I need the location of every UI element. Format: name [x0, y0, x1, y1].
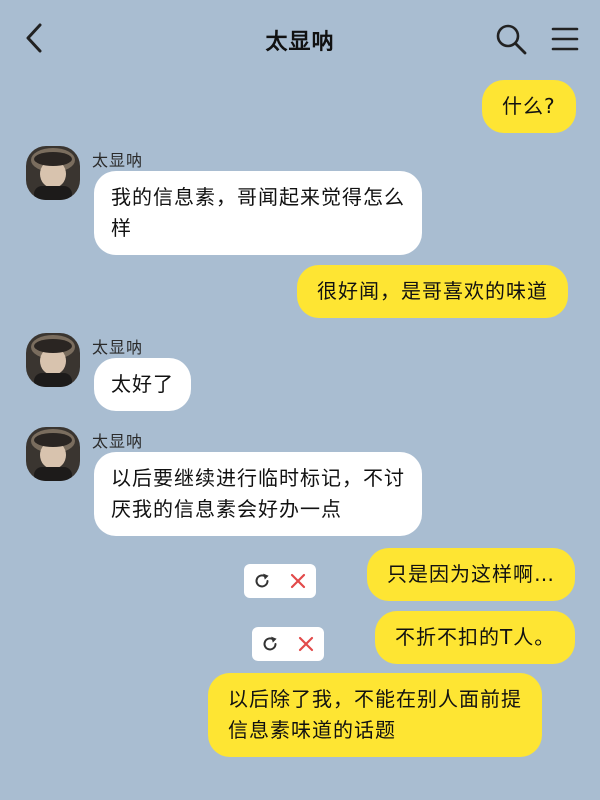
message-text-line: 以后要继续进行临时标记，不讨	[111, 466, 405, 490]
failed-send-controls	[252, 627, 324, 661]
chat-header: 太显呐	[0, 0, 600, 76]
my-message-bubble[interactable]: 只是因为这样啊…	[367, 548, 575, 601]
avatar[interactable]	[26, 146, 80, 200]
close-icon	[298, 636, 314, 652]
my-message-bubble[interactable]: 很好闻，是哥喜欢的味道	[297, 265, 568, 318]
sender-name: 太显呐	[92, 151, 144, 170]
menu-icon	[551, 27, 579, 51]
message-text-line: 信息素味道的话题	[228, 718, 396, 742]
other-message-bubble[interactable]: 太好了	[94, 358, 191, 411]
message-text-line: 我的信息素，哥闻起来觉得怎么	[111, 185, 405, 209]
avatar[interactable]	[26, 333, 80, 387]
sender-name: 太显呐	[92, 338, 144, 357]
cancel-button[interactable]	[280, 564, 316, 598]
retry-icon	[255, 573, 269, 588]
retry-icon	[263, 636, 277, 651]
my-message-bubble[interactable]: 不折不扣的T人。	[375, 611, 576, 664]
message-text: 只是因为这样啊…	[387, 562, 555, 586]
other-message-bubble[interactable]: 以后要继续进行临时标记，不讨 厌我的信息素会好办一点	[94, 452, 422, 536]
other-message-bubble[interactable]: 我的信息素，哥闻起来觉得怎么 样	[94, 171, 422, 255]
message-text: 什么?	[502, 94, 556, 118]
menu-button[interactable]	[548, 22, 582, 56]
retry-button[interactable]	[244, 564, 280, 598]
avatar[interactable]	[26, 427, 80, 481]
message-text: 很好闻，是哥喜欢的味道	[317, 279, 548, 303]
search-button[interactable]	[494, 22, 528, 56]
sender-name: 太显呐	[92, 432, 144, 451]
my-message-bubble[interactable]: 什么?	[482, 80, 576, 133]
search-icon	[496, 24, 527, 55]
message-text-line: 以后除了我，不能在别人面前提	[228, 687, 522, 711]
message-text: 太好了	[111, 372, 174, 396]
cancel-button[interactable]	[288, 627, 324, 661]
message-text-line: 厌我的信息素会好办一点	[111, 497, 342, 521]
message-text-line: 样	[111, 216, 132, 240]
close-icon	[290, 573, 306, 589]
failed-send-controls	[244, 564, 316, 598]
message-text: 不折不扣的T人。	[395, 625, 556, 649]
retry-button[interactable]	[252, 627, 288, 661]
my-message-bubble[interactable]: 以后除了我，不能在别人面前提 信息素味道的话题	[208, 673, 542, 757]
